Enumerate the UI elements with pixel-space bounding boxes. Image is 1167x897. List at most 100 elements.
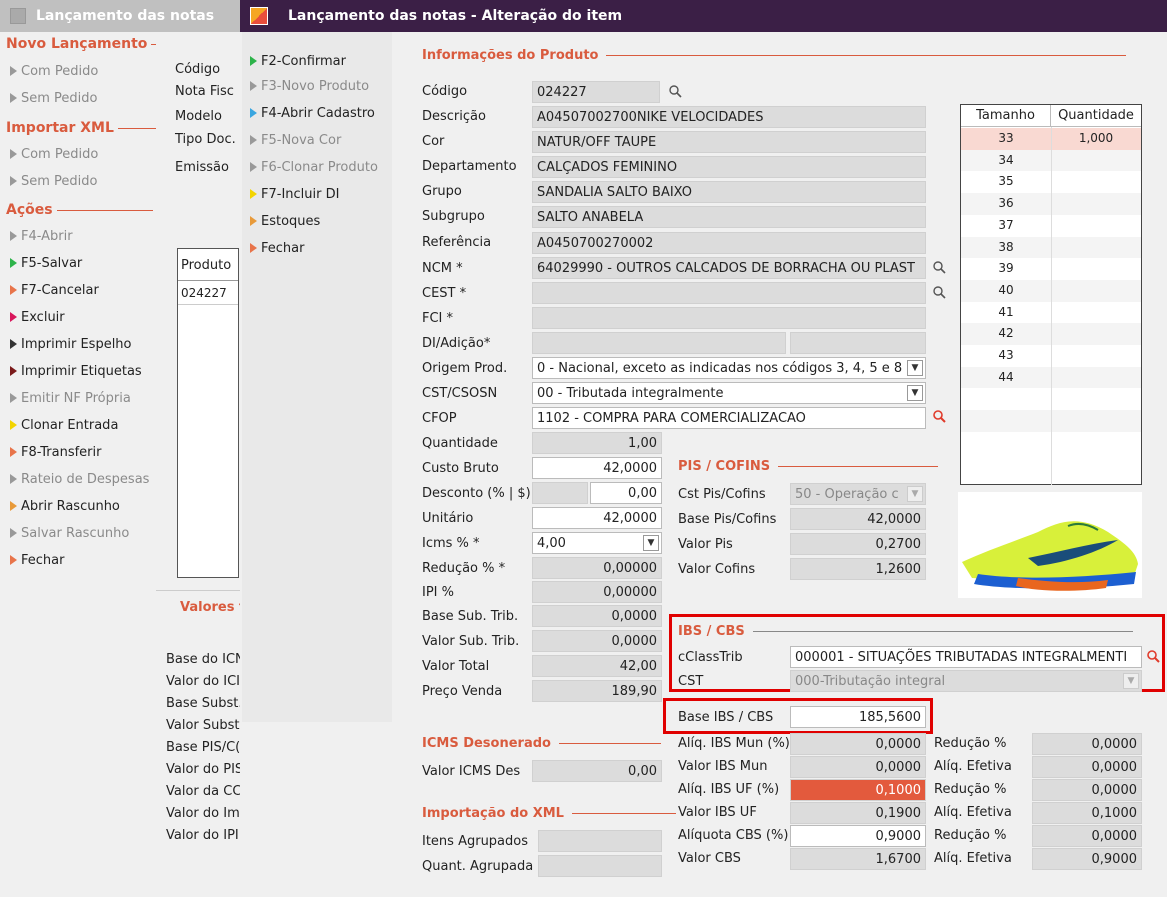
nav-importar-com-pedido[interactable]: Com Pedido bbox=[10, 147, 98, 162]
chevron-down-icon[interactable]: ▼ bbox=[907, 385, 923, 401]
menu-estoques[interactable]: Estoques bbox=[250, 214, 320, 229]
valor-icms-des-field[interactable]: 0,00 bbox=[532, 760, 662, 782]
size-cell-tamanho[interactable]: 40 bbox=[961, 283, 1051, 297]
search-icon[interactable] bbox=[932, 285, 946, 299]
adicao-field[interactable] bbox=[790, 332, 926, 354]
size-cell-tamanho[interactable]: 34 bbox=[961, 153, 1051, 167]
nav-imprimir-etiquetas[interactable]: Imprimir Etiquetas bbox=[10, 364, 142, 379]
chevron-down-icon[interactable]: ▼ bbox=[643, 535, 659, 551]
custo-bruto-field[interactable]: 42,0000 bbox=[532, 457, 662, 479]
ibs-value-field[interactable]: 0,1000 bbox=[1032, 802, 1142, 824]
size-cell-tamanho[interactable]: 41 bbox=[961, 305, 1051, 319]
valor-total-field[interactable]: 42,00 bbox=[532, 655, 662, 677]
descricao-field[interactable]: A04507002700NIKE VELOCIDADES bbox=[532, 106, 926, 128]
nav-novo-sem-pedido[interactable]: Sem Pedido bbox=[10, 91, 98, 106]
quantidade-field[interactable]: 1,00 bbox=[532, 432, 662, 454]
departamento-field[interactable]: CALÇADOS FEMININO bbox=[532, 156, 926, 178]
ipi-field[interactable]: 0,00000 bbox=[532, 581, 662, 603]
nav-f8-transferir[interactable]: F8-Transferir bbox=[10, 445, 101, 460]
size-cell-tamanho[interactable]: 33 bbox=[961, 131, 1051, 145]
nav-salvar-rascunho[interactable]: Salvar Rascunho bbox=[10, 526, 129, 541]
origem-select[interactable]: 0 - Nacional, exceto as indicadas nos có… bbox=[532, 357, 926, 379]
search-icon[interactable] bbox=[932, 260, 946, 274]
nav-importar-sem-pedido[interactable]: Sem Pedido bbox=[10, 174, 98, 189]
ibs-value-field[interactable]: 0,0000 bbox=[1032, 779, 1142, 801]
nav-rateio-despesas[interactable]: Rateio de Despesas bbox=[10, 472, 149, 487]
cst-csosn-select[interactable]: 00 - Tributada integralmente ▼ bbox=[532, 382, 926, 404]
valor-sub-trib-field[interactable]: 0,0000 bbox=[532, 630, 662, 652]
bg-product-grid[interactable]: Produto 024227 bbox=[177, 248, 239, 578]
desconto-valor-field[interactable]: 0,00 bbox=[590, 482, 662, 504]
grupo-field[interactable]: SANDALIA SALTO BAIXO bbox=[532, 181, 926, 203]
chevron-down-icon[interactable]: ▼ bbox=[907, 360, 923, 376]
quant-agrupada-field[interactable] bbox=[538, 855, 662, 877]
ncm-field[interactable]: 64029990 - OUTROS CALCADOS DE BORRACHA O… bbox=[532, 257, 926, 279]
search-icon[interactable] bbox=[668, 84, 682, 98]
size-cell-tamanho[interactable]: 36 bbox=[961, 196, 1051, 210]
base-pis-cofins-field[interactable]: 42,0000 bbox=[790, 508, 926, 530]
search-icon[interactable] bbox=[1146, 649, 1160, 663]
base-sub-trib-field[interactable]: 0,0000 bbox=[532, 605, 662, 627]
search-icon[interactable] bbox=[932, 409, 946, 423]
nav-imprimir-espelho[interactable]: Imprimir Espelho bbox=[10, 337, 132, 352]
ibs-value-field[interactable]: 1,6700 bbox=[790, 848, 926, 870]
size-cell-tamanho[interactable]: 38 bbox=[961, 240, 1051, 254]
menu-f5-nova-cor[interactable]: F5-Nova Cor bbox=[250, 133, 341, 148]
nav-emitir-nf-propria[interactable]: Emitir NF Própria bbox=[10, 391, 131, 406]
menu-fechar[interactable]: Fechar bbox=[250, 241, 304, 256]
menu-f7-incluir-di[interactable]: F7-Incluir DI bbox=[250, 187, 339, 202]
nav-abrir-rascunho[interactable]: Abrir Rascunho bbox=[10, 499, 120, 514]
chevron-down-icon[interactable]: ▼ bbox=[907, 486, 923, 502]
nav-f5-salvar[interactable]: F5-Salvar bbox=[10, 256, 82, 271]
ibs-value-field[interactable]: 0,0000 bbox=[790, 733, 926, 755]
ibs-value-field[interactable]: 0,0000 bbox=[1032, 733, 1142, 755]
menu-f2-confirmar[interactable]: F2-Confirmar bbox=[250, 54, 346, 69]
size-cell-tamanho[interactable]: 42 bbox=[961, 326, 1051, 340]
ibs-value-field[interactable]: 0,9000 bbox=[790, 825, 926, 847]
chevron-down-icon[interactable]: ▼ bbox=[1123, 673, 1139, 689]
cest-field[interactable] bbox=[532, 282, 926, 304]
nav-fechar[interactable]: Fechar bbox=[10, 553, 64, 568]
fci-field[interactable] bbox=[532, 307, 926, 329]
nav-f7-cancelar[interactable]: F7-Cancelar bbox=[10, 283, 99, 298]
valor-pis-field[interactable]: 0,2700 bbox=[790, 533, 926, 555]
subgrupo-field[interactable]: SALTO ANABELA bbox=[532, 206, 926, 228]
menu-f4-abrir-cadastro[interactable]: F4-Abrir Cadastro bbox=[250, 106, 375, 121]
size-cell-tamanho[interactable]: 37 bbox=[961, 218, 1051, 232]
ibs-value-field[interactable]: 0,9000 bbox=[1032, 848, 1142, 870]
ibs-value-field[interactable]: 0,0000 bbox=[790, 756, 926, 778]
ibs-value-field[interactable]: 0,1000 bbox=[790, 779, 926, 801]
nav-novo-com-pedido[interactable]: Com Pedido bbox=[10, 64, 98, 79]
size-cell-tamanho[interactable]: 39 bbox=[961, 261, 1051, 275]
valor-cofins-field[interactable]: 1,2600 bbox=[790, 558, 926, 580]
cfop-field[interactable]: 1102 - COMPRA PARA COMERCIALIZACAO bbox=[532, 407, 926, 429]
bg-grid-cell[interactable]: 024227 bbox=[178, 283, 238, 305]
size-quantity-grid[interactable]: Tamanho Quantidade 33 1,000 34 35 36 37 38 39 40… bbox=[960, 104, 1142, 485]
desconto-percent-field[interactable] bbox=[532, 482, 588, 504]
ibs-value-field[interactable]: 0,0000 bbox=[1032, 825, 1142, 847]
size-cell-tamanho[interactable]: 43 bbox=[961, 348, 1051, 362]
codigo-field[interactable]: 024227 bbox=[532, 81, 660, 103]
cclasstrib-field[interactable]: 000001 - SITUAÇÕES TRIBUTADAS INTEGRALME… bbox=[790, 646, 1142, 668]
referencia-field[interactable]: A0450700270002 bbox=[532, 232, 926, 254]
base-ibs-cbs-field[interactable]: 185,5600 bbox=[790, 706, 926, 728]
menu-f3-novo-produto[interactable]: F3-Novo Produto bbox=[250, 79, 369, 94]
cst-pis-cofins-select[interactable]: 50 - Operação c ▼ bbox=[790, 483, 926, 505]
preco-venda-field[interactable]: 189,90 bbox=[532, 680, 662, 702]
ibs-value-field[interactable]: 0,0000 bbox=[1032, 756, 1142, 778]
itens-agrupados-field[interactable] bbox=[538, 830, 662, 852]
size-cell-quantidade[interactable]: 1,000 bbox=[1051, 131, 1141, 145]
menu-f6-clonar-produto[interactable]: F6-Clonar Produto bbox=[250, 160, 378, 175]
size-cell-tamanho[interactable]: 44 bbox=[961, 370, 1051, 384]
cst-ibs-select[interactable]: 000-Tributação integral ▼ bbox=[790, 670, 1142, 692]
nav-clonar-entrada[interactable]: Clonar Entrada bbox=[10, 418, 118, 433]
di-field[interactable] bbox=[532, 332, 786, 354]
unitario-field[interactable]: 42,0000 bbox=[532, 507, 662, 529]
cor-field[interactable]: NATUR/OFF TAUPE bbox=[532, 131, 926, 153]
reducao-field[interactable]: 0,00000 bbox=[532, 557, 662, 579]
ibs-value-field[interactable]: 0,1900 bbox=[790, 802, 926, 824]
icms-select[interactable]: 4,00 ▼ bbox=[532, 532, 662, 554]
nav-excluir[interactable]: Excluir bbox=[10, 310, 65, 325]
nav-f4-abrir[interactable]: F4-Abrir bbox=[10, 229, 73, 244]
size-cell-tamanho[interactable]: 35 bbox=[961, 174, 1051, 188]
